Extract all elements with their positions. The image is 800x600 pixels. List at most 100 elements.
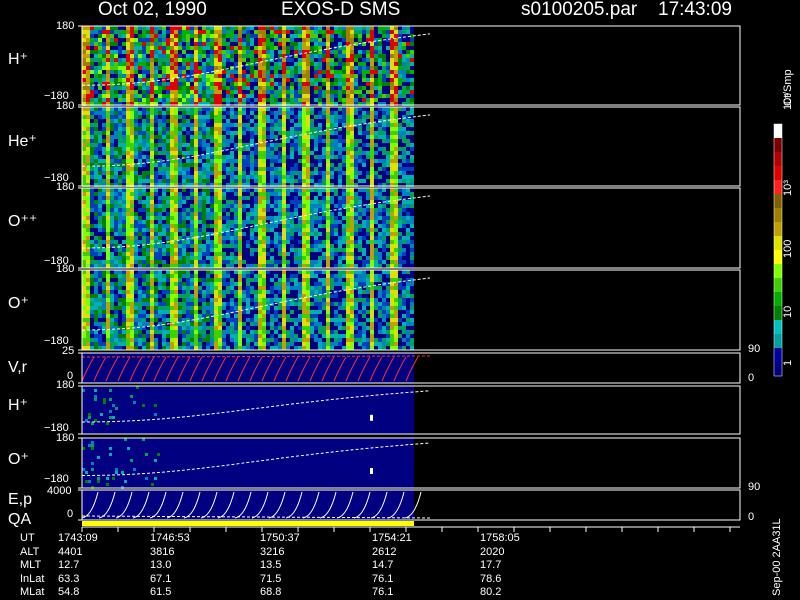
spectrogram-cell — [182, 248, 186, 252]
spectrogram-cell — [378, 159, 382, 163]
spectrogram-cell — [242, 294, 246, 298]
spectrogram-cell — [102, 306, 106, 310]
spectrogram-cell — [230, 252, 234, 256]
spectrogram-cell — [82, 298, 86, 302]
spectrogram-cell — [322, 252, 326, 256]
spectrogram-cell — [198, 306, 202, 310]
spectrogram-cell — [102, 66, 106, 70]
spectrogram-cell — [106, 147, 110, 151]
spectrogram-cell — [254, 58, 258, 62]
spectrogram-cell — [154, 171, 158, 175]
spectrogram-cell — [190, 252, 194, 256]
spectrogram-cell — [214, 50, 218, 54]
spectrogram-cell — [374, 192, 378, 196]
spectrogram-cell — [238, 204, 242, 208]
spectrogram-cell — [170, 216, 174, 220]
spectrogram-cell — [318, 26, 322, 30]
spectrogram-cell — [202, 38, 206, 42]
spectrogram-cell — [174, 42, 178, 46]
spectrogram-cell — [166, 220, 170, 224]
spectrogram-cell — [350, 50, 354, 54]
spectrogram-cell — [118, 220, 122, 224]
spectrogram-cell — [194, 248, 198, 252]
spectrogram-cell — [154, 107, 158, 111]
spectrogram-cell — [350, 248, 354, 252]
spectrogram-cell — [102, 346, 106, 350]
spectrogram-cell — [94, 179, 98, 183]
spectrogram-cell — [402, 220, 406, 224]
spectrogram-cell — [214, 34, 218, 38]
spectrogram-cell — [98, 179, 102, 183]
spectrogram-cell — [342, 252, 346, 256]
spectrogram-cell — [182, 175, 186, 179]
spectrogram-cell — [90, 94, 94, 98]
spectrogram-cell — [282, 94, 286, 98]
spectrogram-cell — [354, 34, 358, 38]
spectrogram-cell — [154, 127, 158, 131]
spectrogram-cell — [370, 256, 374, 260]
spectrogram-cell — [338, 119, 342, 123]
spectrogram-cell — [122, 248, 126, 252]
spectrogram-cell — [198, 208, 202, 212]
spectrogram-cell — [150, 179, 154, 183]
spectrogram-cell — [254, 236, 258, 240]
spectrogram-cell — [114, 256, 118, 260]
spectrogram-cell — [230, 298, 234, 302]
spectrogram-cell — [402, 260, 406, 264]
spectrogram-cell — [170, 94, 174, 98]
spectrogram-cell — [202, 90, 206, 94]
spectrogram-cell — [310, 208, 314, 212]
spectrogram-cell — [286, 252, 290, 256]
spectrogram-cell — [394, 192, 398, 196]
spectrogram-cell — [114, 224, 118, 228]
spectrogram-cell — [214, 208, 218, 212]
spectrogram-cell — [358, 86, 362, 90]
spectrogram-cell — [266, 107, 270, 111]
spectrogram-cell — [354, 244, 358, 248]
spectrogram-cell — [118, 278, 122, 282]
spectrogram-cell — [258, 94, 262, 98]
spectrogram-cell — [102, 264, 106, 268]
spectrogram-cell — [282, 139, 286, 143]
spectrogram-cell — [370, 151, 374, 155]
spectrogram-cell — [242, 155, 246, 159]
spectrogram-cell — [246, 179, 250, 183]
spectrogram-cell — [394, 66, 398, 70]
spectrogram-cell — [86, 46, 90, 50]
spectrogram-cell — [234, 90, 238, 94]
spectrogram-cell — [274, 338, 278, 342]
spectrogram-cell — [290, 98, 294, 102]
spectrogram-cell — [250, 42, 254, 46]
spectrogram-cell — [158, 244, 162, 248]
spectrogram-cell — [174, 151, 178, 155]
spectrogram-cell — [330, 50, 334, 54]
spectrogram-cell — [82, 212, 86, 216]
spectrogram-cell — [282, 111, 286, 115]
spectrogram-cell — [230, 131, 234, 135]
spectrogram-cell — [190, 90, 194, 94]
spectrogram-cell — [394, 26, 398, 30]
spectrogram-cell — [166, 318, 170, 322]
spectrogram-cell — [378, 58, 382, 62]
spectrogram-cell — [90, 224, 94, 228]
spectrogram-cell — [334, 115, 338, 119]
spectrogram-cell — [190, 314, 194, 318]
spectrogram-cell — [246, 54, 250, 58]
spectrogram-cell — [218, 188, 222, 192]
spectrogram-cell — [290, 147, 294, 151]
spectrogram-cell — [318, 58, 322, 62]
spectrogram-cell — [118, 74, 122, 78]
spectrogram-cell — [162, 111, 166, 115]
spectrogram-cell — [246, 82, 250, 86]
spectrogram-cell — [94, 42, 98, 46]
spectrogram-cell — [406, 212, 410, 216]
spectrogram-cell — [210, 282, 214, 286]
spectrogram-cell — [226, 131, 230, 135]
spectrogram-cell — [154, 38, 158, 42]
spectrogram-cell — [170, 270, 174, 274]
spectrogram-cell — [302, 256, 306, 260]
spectrogram-cell — [330, 228, 334, 232]
spectrogram-cell — [286, 90, 290, 94]
spectrogram-cell — [326, 78, 330, 82]
spectrogram-cell — [306, 179, 310, 183]
